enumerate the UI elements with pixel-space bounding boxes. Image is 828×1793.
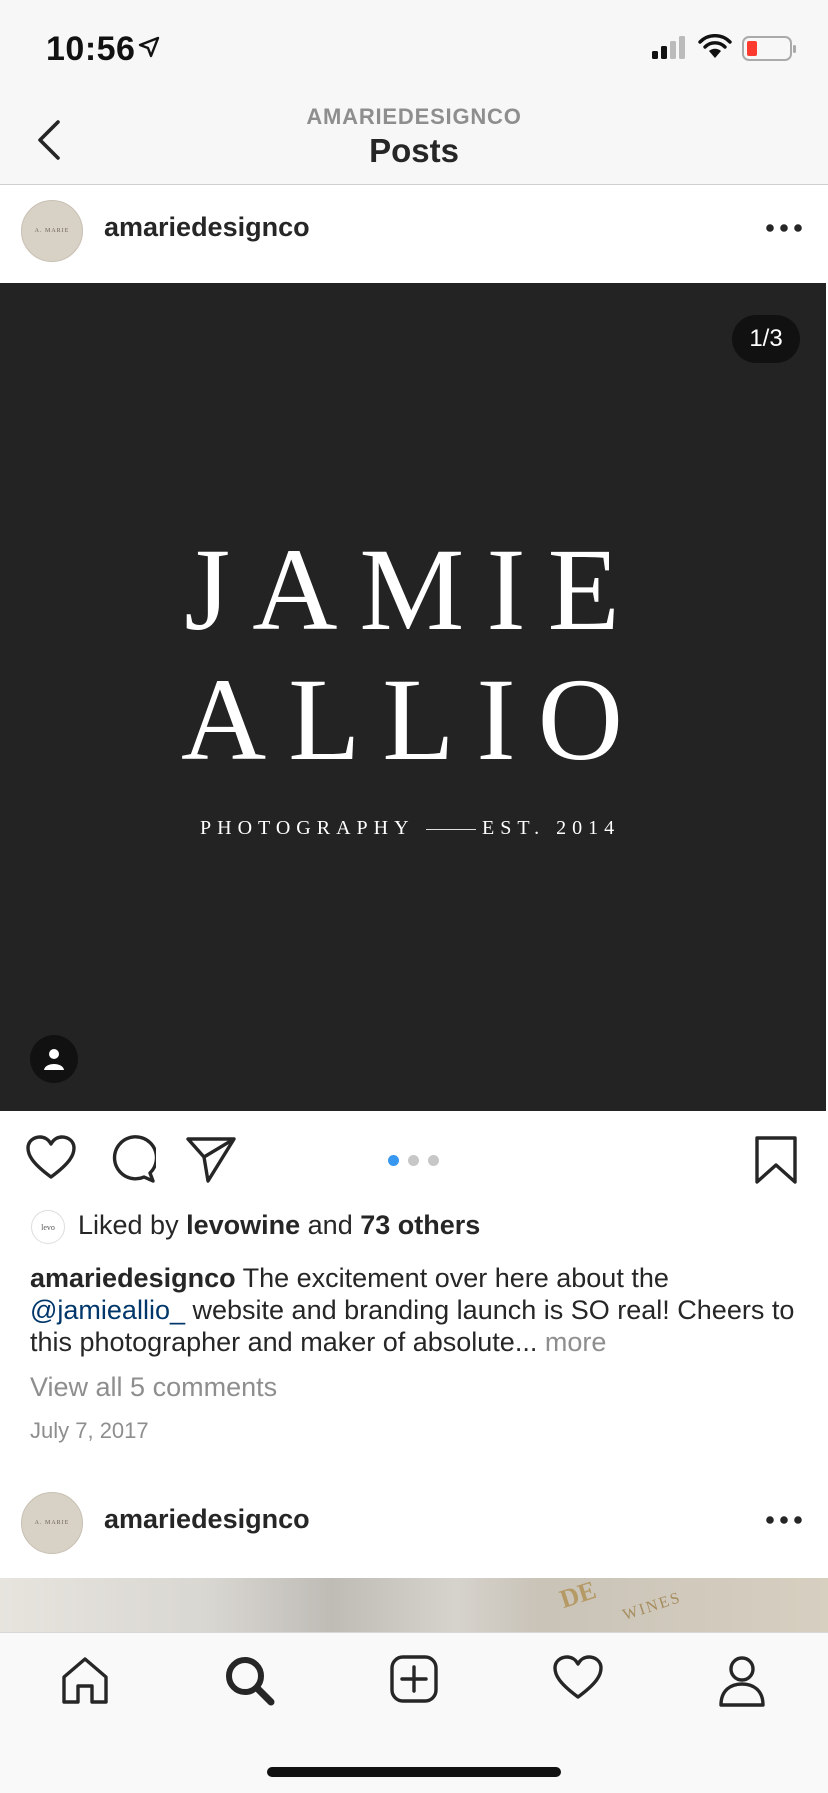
view-comments-link[interactable]: View all 5 comments — [30, 1372, 277, 1403]
logo-sub-right: EST. 2014 — [482, 817, 621, 839]
caption-more-link[interactable]: more — [545, 1327, 607, 1357]
preview-text: WINES — [620, 1589, 684, 1624]
logo-sub-left: PHOTOGRAPHY — [200, 817, 415, 839]
comment-icon[interactable] — [108, 1135, 156, 1183]
carousel-dot — [408, 1155, 419, 1166]
avatar[interactable]: A. MARIE — [21, 200, 83, 262]
home-indicator — [267, 1767, 561, 1777]
liker-username[interactable]: levowine — [186, 1210, 300, 1240]
paper-plane-icon[interactable] — [186, 1135, 236, 1183]
add-post-icon[interactable] — [390, 1655, 438, 1703]
heart-icon[interactable] — [26, 1135, 76, 1181]
logo-line-1: JAMIE — [184, 524, 642, 655]
caption-mention[interactable]: @jamieallio_ — [30, 1295, 185, 1325]
carousel-dots — [388, 1153, 448, 1171]
nav-bar: AMARIEDESIGNCO Posts — [0, 96, 828, 185]
nav-subtitle: AMARIEDESIGNCO — [306, 104, 522, 129]
post-username[interactable]: amariedesignco — [104, 1504, 310, 1535]
more-options-icon[interactable] — [764, 220, 804, 236]
likes-row[interactable]: levo Liked by levowine and 73 others — [0, 1210, 828, 1258]
status-time: 10:56 — [46, 30, 136, 68]
bookmark-icon[interactable] — [754, 1135, 798, 1185]
status-bar: 10:56 — [0, 0, 828, 96]
tab-bar — [0, 1632, 828, 1793]
liker-avatar: levo — [31, 1210, 65, 1244]
post-image-preview[interactable]: DE WINES — [0, 1578, 828, 1634]
post-header: A. MARIE amariedesignco — [0, 1478, 828, 1566]
more-options-icon[interactable] — [764, 1512, 804, 1528]
avatar[interactable]: A. MARIE — [21, 1492, 83, 1554]
cellular-signal-icon — [652, 36, 685, 59]
profile-icon[interactable] — [718, 1655, 766, 1707]
liker-avatar-text: levo — [41, 1222, 55, 1232]
post-header: A. MARIE amariedesignco — [0, 186, 828, 274]
location-arrow-icon — [138, 36, 160, 58]
post-actions — [0, 1111, 828, 1209]
carousel-dot — [428, 1155, 439, 1166]
person-icon — [44, 1049, 64, 1070]
likes-and: and — [307, 1210, 353, 1240]
wifi-icon — [698, 34, 732, 58]
likes-prefix: Liked by — [78, 1210, 179, 1240]
post-image[interactable]: 1/3 JAMIE ALLIO PHOTOGRAPHY EST. 2014 — [0, 283, 826, 1111]
carousel-dot-active — [388, 1155, 399, 1166]
post-caption: amariedesignco The excitement over here … — [30, 1262, 800, 1358]
home-icon[interactable] — [60, 1655, 110, 1705]
post-username[interactable]: amariedesignco — [104, 212, 310, 243]
avatar-text: A. MARIE — [34, 228, 70, 234]
carousel-counter: 1/3 — [732, 315, 800, 363]
logo-subline: PHOTOGRAPHY EST. 2014 — [200, 817, 630, 847]
search-icon[interactable] — [224, 1655, 276, 1707]
caption-text: The excitement over here about the — [242, 1263, 669, 1293]
likes-text: Liked by levowine and 73 others — [78, 1210, 480, 1241]
tagged-people-button[interactable] — [30, 1035, 78, 1083]
page-title: Posts — [369, 132, 459, 169]
battery-low-icon — [742, 36, 796, 61]
logo-divider — [426, 829, 476, 830]
post-date: July 7, 2017 — [30, 1418, 149, 1443]
avatar-text: A. MARIE — [34, 1520, 70, 1526]
likes-others[interactable]: 73 others — [360, 1210, 480, 1240]
preview-text: DE — [556, 1578, 600, 1614]
caption-username[interactable]: amariedesignco — [30, 1263, 236, 1293]
activity-heart-icon[interactable] — [553, 1655, 603, 1701]
logo-line-2: ALLIO — [181, 654, 645, 785]
